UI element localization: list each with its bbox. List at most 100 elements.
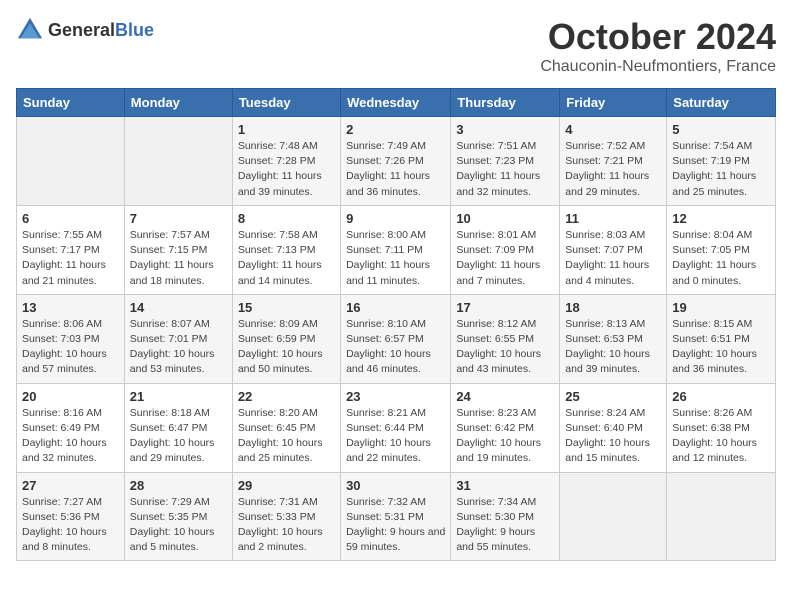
day-info: Sunrise: 7:32 AMSunset: 5:31 PMDaylight:… xyxy=(346,495,445,556)
day-cell: 11 Sunrise: 8:03 AMSunset: 7:07 PMDayligh… xyxy=(560,205,667,294)
day-info: Sunrise: 7:57 AMSunset: 7:15 PMDaylight:… xyxy=(130,228,227,289)
day-info: Sunrise: 7:55 AMSunset: 7:17 PMDaylight:… xyxy=(22,228,119,289)
day-info: Sunrise: 7:34 AMSunset: 5:30 PMDaylight:… xyxy=(456,495,554,556)
day-info: Sunrise: 7:31 AMSunset: 5:33 PMDaylight:… xyxy=(238,495,335,556)
logo-icon xyxy=(16,16,44,44)
day-number: 8 xyxy=(238,211,335,226)
page-title: October 2024 xyxy=(540,16,776,58)
header-cell-saturday: Saturday xyxy=(667,89,776,117)
day-number: 28 xyxy=(130,478,227,493)
day-cell: 19 Sunrise: 8:15 AMSunset: 6:51 PMDayligh… xyxy=(667,294,776,383)
day-info: Sunrise: 8:06 AMSunset: 7:03 PMDaylight:… xyxy=(22,317,119,378)
day-cell: 10 Sunrise: 8:01 AMSunset: 7:09 PMDayligh… xyxy=(451,205,560,294)
calendar-table: SundayMondayTuesdayWednesdayThursdayFrid… xyxy=(16,88,776,561)
day-info: Sunrise: 8:15 AMSunset: 6:51 PMDaylight:… xyxy=(672,317,770,378)
day-info: Sunrise: 7:27 AMSunset: 5:36 PMDaylight:… xyxy=(22,495,119,556)
day-cell: 7Sunrise: 7:57 AMSunset: 7:15 PMDaylight… xyxy=(124,205,232,294)
day-number: 15 xyxy=(238,300,335,315)
day-number: 26 xyxy=(672,389,770,404)
day-info: Sunrise: 8:00 AMSunset: 7:11 PMDaylight:… xyxy=(346,228,445,289)
day-number: 12 xyxy=(672,211,770,226)
day-cell: 27 Sunrise: 7:27 AMSunset: 5:36 PMDayligh… xyxy=(17,472,125,561)
day-number: 17 xyxy=(456,300,554,315)
day-info: Sunrise: 7:51 AMSunset: 7:23 PMDaylight:… xyxy=(456,139,554,200)
day-cell: 31 Sunrise: 7:34 AMSunset: 5:30 PMDayligh… xyxy=(451,472,560,561)
day-info: Sunrise: 7:48 AMSunset: 7:28 PMDaylight:… xyxy=(238,139,335,200)
day-cell: 28Sunrise: 7:29 AMSunset: 5:35 PMDayligh… xyxy=(124,472,232,561)
day-cell: 23 Sunrise: 8:21 AMSunset: 6:44 PMDayligh… xyxy=(341,383,451,472)
day-info: Sunrise: 7:52 AMSunset: 7:21 PMDaylight:… xyxy=(565,139,661,200)
day-number: 19 xyxy=(672,300,770,315)
header-cell-friday: Friday xyxy=(560,89,667,117)
logo: GeneralBlue xyxy=(16,16,154,44)
week-row-4: 20 Sunrise: 8:16 AMSunset: 6:49 PMDayligh… xyxy=(17,383,776,472)
week-row-1: 1 Sunrise: 7:48 AMSunset: 7:28 PMDaylight… xyxy=(17,117,776,206)
day-cell: 5 Sunrise: 7:54 AMSunset: 7:19 PMDaylight… xyxy=(667,117,776,206)
page-subtitle: Chauconin-Neufmontiers, France xyxy=(540,58,776,76)
page-header: GeneralBlue October 2024 Chauconin-Neufm… xyxy=(16,16,776,76)
day-info: Sunrise: 8:24 AMSunset: 6:40 PMDaylight:… xyxy=(565,406,661,467)
day-cell: 13Sunrise: 8:06 AMSunset: 7:03 PMDayligh… xyxy=(17,294,125,383)
header-cell-wednesday: Wednesday xyxy=(341,89,451,117)
day-cell: 25Sunrise: 8:24 AMSunset: 6:40 PMDayligh… xyxy=(560,383,667,472)
day-info: Sunrise: 8:16 AMSunset: 6:49 PMDaylight:… xyxy=(22,406,119,467)
day-info: Sunrise: 8:10 AMSunset: 6:57 PMDaylight:… xyxy=(346,317,445,378)
day-cell xyxy=(560,472,667,561)
day-info: Sunrise: 7:54 AMSunset: 7:19 PMDaylight:… xyxy=(672,139,770,200)
day-cell: 9 Sunrise: 8:00 AMSunset: 7:11 PMDaylight… xyxy=(341,205,451,294)
week-row-3: 13Sunrise: 8:06 AMSunset: 7:03 PMDayligh… xyxy=(17,294,776,383)
day-number: 16 xyxy=(346,300,445,315)
day-number: 23 xyxy=(346,389,445,404)
day-cell: 3 Sunrise: 7:51 AMSunset: 7:23 PMDaylight… xyxy=(451,117,560,206)
logo-general: General xyxy=(48,21,115,39)
day-number: 29 xyxy=(238,478,335,493)
day-info: Sunrise: 8:23 AMSunset: 6:42 PMDaylight:… xyxy=(456,406,554,467)
day-number: 9 xyxy=(346,211,445,226)
day-number: 31 xyxy=(456,478,554,493)
day-cell: 26 Sunrise: 8:26 AMSunset: 6:38 PMDayligh… xyxy=(667,383,776,472)
day-cell: 8 Sunrise: 7:58 AMSunset: 7:13 PMDaylight… xyxy=(232,205,340,294)
day-info: Sunrise: 7:58 AMSunset: 7:13 PMDaylight:… xyxy=(238,228,335,289)
day-cell: 21Sunrise: 8:18 AMSunset: 6:47 PMDayligh… xyxy=(124,383,232,472)
day-number: 24 xyxy=(456,389,554,404)
week-row-5: 27 Sunrise: 7:27 AMSunset: 5:36 PMDayligh… xyxy=(17,472,776,561)
day-number: 4 xyxy=(565,122,661,137)
day-info: Sunrise: 8:20 AMSunset: 6:45 PMDaylight:… xyxy=(238,406,335,467)
day-info: Sunrise: 8:09 AMSunset: 6:59 PMDaylight:… xyxy=(238,317,335,378)
day-number: 30 xyxy=(346,478,445,493)
header-row: SundayMondayTuesdayWednesdayThursdayFrid… xyxy=(17,89,776,117)
day-info: Sunrise: 8:03 AMSunset: 7:07 PMDaylight:… xyxy=(565,228,661,289)
day-info: Sunrise: 8:26 AMSunset: 6:38 PMDaylight:… xyxy=(672,406,770,467)
day-number: 10 xyxy=(456,211,554,226)
header-cell-thursday: Thursday xyxy=(451,89,560,117)
header-cell-tuesday: Tuesday xyxy=(232,89,340,117)
day-info: Sunrise: 8:01 AMSunset: 7:09 PMDaylight:… xyxy=(456,228,554,289)
day-number: 1 xyxy=(238,122,335,137)
day-cell: 6 Sunrise: 7:55 AMSunset: 7:17 PMDaylight… xyxy=(17,205,125,294)
day-cell: 18 Sunrise: 8:13 AMSunset: 6:53 PMDayligh… xyxy=(560,294,667,383)
day-number: 5 xyxy=(672,122,770,137)
day-number: 18 xyxy=(565,300,661,315)
title-block: October 2024 Chauconin-Neufmontiers, Fra… xyxy=(540,16,776,76)
day-number: 21 xyxy=(130,389,227,404)
day-info: Sunrise: 8:13 AMSunset: 6:53 PMDaylight:… xyxy=(565,317,661,378)
day-number: 2 xyxy=(346,122,445,137)
day-number: 22 xyxy=(238,389,335,404)
day-number: 14 xyxy=(130,300,227,315)
day-info: Sunrise: 7:49 AMSunset: 7:26 PMDaylight:… xyxy=(346,139,445,200)
day-cell xyxy=(667,472,776,561)
day-cell: 22 Sunrise: 8:20 AMSunset: 6:45 PMDayligh… xyxy=(232,383,340,472)
day-cell: 1 Sunrise: 7:48 AMSunset: 7:28 PMDaylight… xyxy=(232,117,340,206)
day-cell: 30 Sunrise: 7:32 AMSunset: 5:31 PMDayligh… xyxy=(341,472,451,561)
day-cell: 20 Sunrise: 8:16 AMSunset: 6:49 PMDayligh… xyxy=(17,383,125,472)
day-number: 20 xyxy=(22,389,119,404)
day-cell: 12Sunrise: 8:04 AMSunset: 7:05 PMDayligh… xyxy=(667,205,776,294)
day-number: 27 xyxy=(22,478,119,493)
day-cell: 4 Sunrise: 7:52 AMSunset: 7:21 PMDaylight… xyxy=(560,117,667,206)
day-cell: 14Sunrise: 8:07 AMSunset: 7:01 PMDayligh… xyxy=(124,294,232,383)
header-cell-sunday: Sunday xyxy=(17,89,125,117)
day-number: 11 xyxy=(565,211,661,226)
day-number: 3 xyxy=(456,122,554,137)
day-info: Sunrise: 8:21 AMSunset: 6:44 PMDaylight:… xyxy=(346,406,445,467)
day-number: 6 xyxy=(22,211,119,226)
